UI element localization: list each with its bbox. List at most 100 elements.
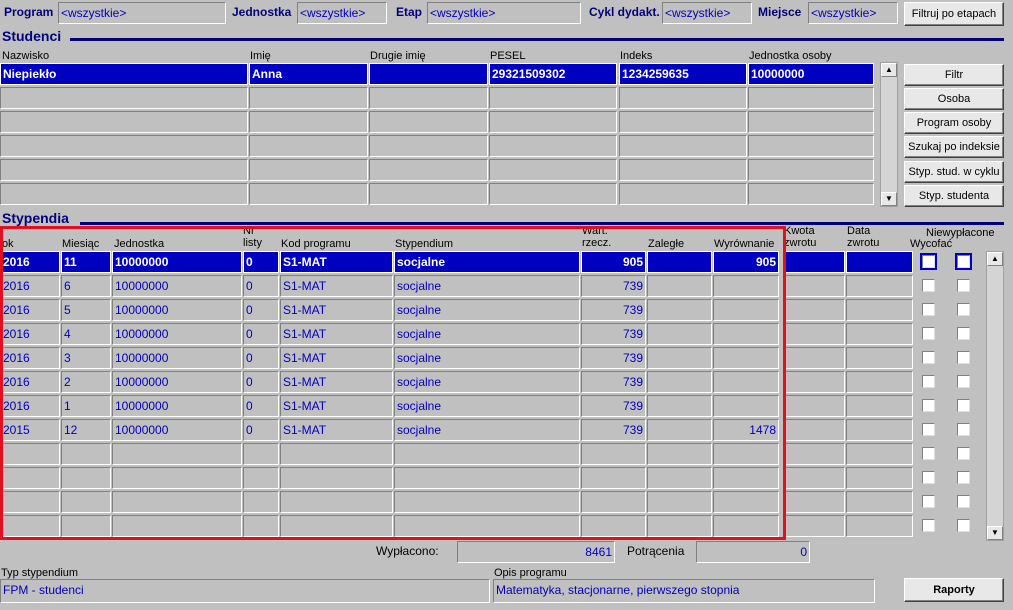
stypendia-cell-miesiac[interactable]: 11 [61,251,111,273]
stypendia-cell-rok[interactable]: 2016 [0,395,60,417]
stypendia-cell-wyrownanie[interactable] [713,299,779,321]
stypendia-cell-stypendium[interactable]: socjalne [394,371,580,393]
stypendia-cell-rok[interactable]: 2016 [0,275,60,297]
stypendia-cell-nr[interactable]: 0 [243,275,279,297]
stypendia-cell-rok[interactable] [0,467,60,489]
studenci-cell-indeks[interactable] [619,135,747,157]
stypendia-cell-rok[interactable]: 2016 [0,299,60,321]
stypendia-cell-kod[interactable]: S1-MAT [280,275,393,297]
stypendia-cell-nr[interactable]: 0 [243,371,279,393]
wycofac-checkbox[interactable] [922,423,935,436]
stypendia-cell-miesiac[interactable] [61,515,111,537]
stypendia-cell-jednostka[interactable] [112,515,242,537]
studenci-cell-indeks[interactable] [619,183,747,205]
wycofac-checkbox[interactable] [922,399,935,412]
jednostka-filter-field[interactable]: <wszystkie> [297,2,387,24]
etap-filter-field[interactable]: <wszystkie> [427,2,581,24]
stypendia-cell-data[interactable] [846,299,913,321]
studenci-cell-nazwisko[interactable] [0,135,248,157]
studenci-cell-imie[interactable] [249,183,368,205]
stypendia-cell-zalegle[interactable] [647,299,712,321]
stypendia-cell-stypendium[interactable] [394,467,580,489]
stypendia-cell-zalegle[interactable] [647,491,712,513]
studenci-cell-jednostka[interactable] [748,183,874,205]
stypendia-cell-kwota[interactable] [783,491,845,513]
stypendia-cell-data[interactable] [846,323,913,345]
stypendia-cell-jednostka[interactable]: 10000000 [112,275,242,297]
stypendia-cell-jednostka[interactable]: 10000000 [112,323,242,345]
niewyplacone-checkbox[interactable] [957,423,970,436]
wycofac-checkbox[interactable] [922,447,935,460]
scroll-up-icon[interactable]: ▲ [987,252,1003,266]
stypendia-cell-kwota[interactable] [783,395,845,417]
stypendia-cell-rok[interactable]: 2016 [0,347,60,369]
niewyplacone-checkbox[interactable] [957,255,970,268]
stypendia-cell-zalegle[interactable] [647,251,712,273]
stypendia-cell-data[interactable] [846,443,913,465]
filter-by-stages-button[interactable]: Filtruj po etapach [904,2,1004,26]
stypendia-cell-wyrownanie[interactable] [713,467,779,489]
stypendia-cell-wart[interactable]: 739 [581,275,646,297]
styp-stud-w-cyklu-button[interactable]: Styp. stud. w cyklu [904,161,1004,183]
stypendia-cell-data[interactable] [846,371,913,393]
stypendia-cell-jednostka[interactable]: 10000000 [112,347,242,369]
studenci-cell-drugie-imie[interactable] [369,63,488,85]
wycofac-checkbox[interactable] [922,279,935,292]
stypendia-cell-data[interactable] [846,395,913,417]
stypendia-cell-data[interactable] [846,347,913,369]
stypendia-cell-kwota[interactable] [783,419,845,441]
stypendia-cell-kwota[interactable] [783,515,845,537]
wycofac-checkbox[interactable] [922,471,935,484]
stypendia-cell-nr[interactable] [243,443,279,465]
osoba-button[interactable]: Osoba [904,88,1004,110]
studenci-cell-jednostka[interactable] [748,87,874,109]
stypendia-cell-wart[interactable]: 739 [581,347,646,369]
stypendia-cell-miesiac[interactable]: 5 [61,299,111,321]
stypendia-cell-nr[interactable]: 0 [243,251,279,273]
raporty-button[interactable]: Raporty [904,578,1004,602]
studenci-cell-jednostka[interactable] [748,111,874,133]
stypendia-cell-rok[interactable] [0,515,60,537]
stypendia-cell-jednostka[interactable]: 10000000 [112,371,242,393]
stypendia-cell-kod[interactable]: S1-MAT [280,299,393,321]
stypendia-cell-stypendium[interactable]: socjalne [394,347,580,369]
studenci-cell-nazwisko[interactable]: Niepiekło [0,63,248,85]
studenci-scrollbar[interactable]: ▲ ▼ [880,62,898,207]
styp-studenta-button[interactable]: Styp. studenta [904,185,1004,207]
stypendia-cell-miesiac[interactable]: 6 [61,275,111,297]
niewyplacone-checkbox[interactable] [957,495,970,508]
stypendia-cell-kwota[interactable] [783,443,845,465]
studenci-cell-drugie-imie[interactable] [369,111,488,133]
stypendia-cell-wart[interactable]: 739 [581,419,646,441]
stypendia-cell-wyrownanie[interactable] [713,371,779,393]
stypendia-cell-stypendium[interactable] [394,515,580,537]
wycofac-checkbox[interactable] [922,255,935,268]
studenci-cell-nazwisko[interactable] [0,183,248,205]
stypendia-cell-wyrownanie[interactable] [713,491,779,513]
program-osoby-button[interactable]: Program osoby [904,112,1004,134]
stypendia-cell-stypendium[interactable]: socjalne [394,419,580,441]
stypendia-scrollbar[interactable]: ▲ ▼ [986,251,1004,541]
stypendia-cell-nr[interactable] [243,491,279,513]
stypendia-cell-rok[interactable]: 2015 [0,419,60,441]
stypendia-cell-wyrownanie[interactable] [713,275,779,297]
stypendia-cell-miesiac[interactable] [61,491,111,513]
stypendia-cell-kod[interactable]: S1-MAT [280,371,393,393]
stypendia-cell-kwota[interactable] [783,251,845,273]
stypendia-cell-stypendium[interactable]: socjalne [394,299,580,321]
stypendia-cell-wyrownanie[interactable] [713,347,779,369]
stypendia-cell-wyrownanie[interactable] [713,323,779,345]
wycofac-checkbox[interactable] [922,375,935,388]
stypendia-cell-wart[interactable] [581,515,646,537]
stypendia-cell-rok[interactable]: 2016 [0,251,60,273]
miejsce-filter-field[interactable]: <wszystkie> [808,2,898,24]
stypendia-cell-miesiac[interactable]: 4 [61,323,111,345]
stypendia-cell-kwota[interactable] [783,275,845,297]
niewyplacone-checkbox[interactable] [957,351,970,364]
studenci-cell-drugie-imie[interactable] [369,183,488,205]
stypendia-cell-jednostka[interactable]: 10000000 [112,299,242,321]
stypendia-cell-zalegle[interactable] [647,443,712,465]
stypendia-cell-data[interactable] [846,251,913,273]
wycofac-checkbox[interactable] [922,519,935,532]
stypendia-cell-nr[interactable]: 0 [243,347,279,369]
